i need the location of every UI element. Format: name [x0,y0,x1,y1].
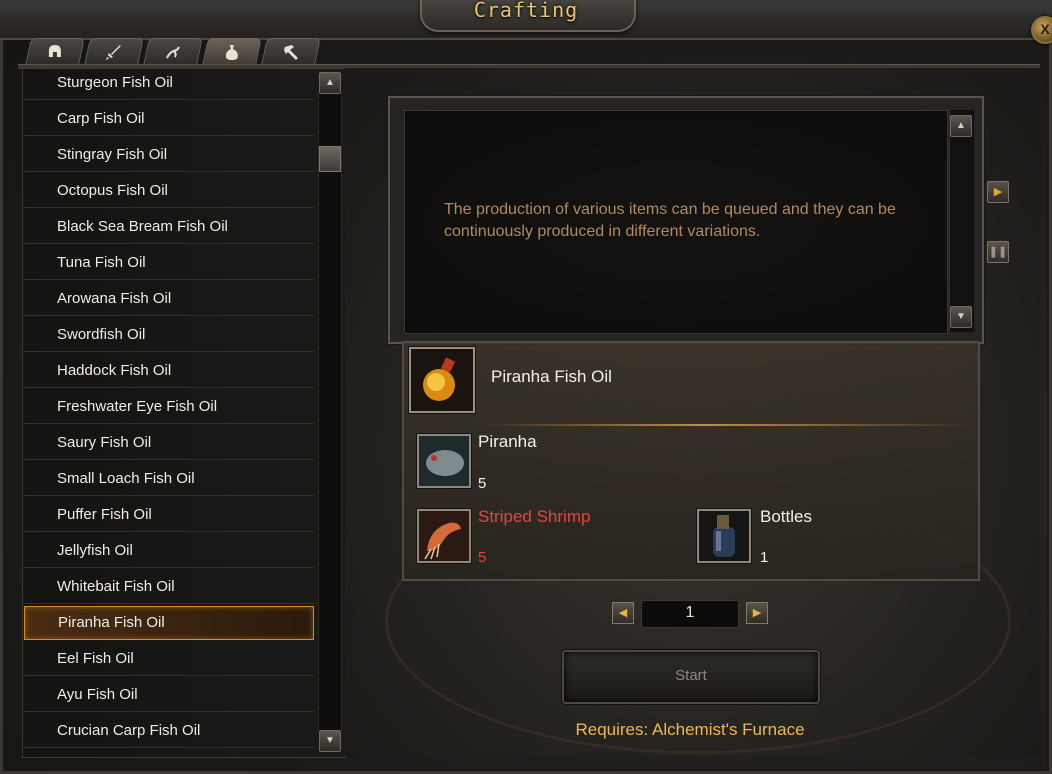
scroll-up-button[interactable]: ▲ [319,72,341,94]
ingredient-count: 1 [760,549,769,566]
tab-armor[interactable] [25,38,85,65]
scroll-thumb[interactable] [319,146,341,172]
ingredient-slot-striped-shrimp[interactable] [417,509,471,563]
recipe-panel [402,341,980,581]
description-scrollbar[interactable] [949,110,974,332]
recipe-list-item[interactable]: Carp Fish Oil [24,102,314,136]
potion-bag-icon [225,45,238,60]
recipe-list-item[interactable]: Ayu Fish Oil [24,678,314,712]
recipe-list-scrollbar[interactable] [318,92,342,730]
recipe-list-item[interactable]: Octopus Fish Oil [24,174,314,208]
recipe-list-item[interactable]: Stingray Fish Oil [24,138,314,172]
recipe-list-item[interactable]: Piranha Fish Oil [24,606,314,640]
recipe-list-item[interactable]: Saury Fish Oil [24,426,314,460]
recipe-list-item[interactable]: Tuna Fish Oil [24,246,314,280]
tab-weapons[interactable] [84,38,144,65]
piranha-icon [419,436,469,486]
recipe-list-item[interactable]: Jellyfish Oil [24,534,314,568]
helmet-icon [48,45,61,57]
requirement-text: Requires: Alchemist's Furnace [575,720,805,739]
category-tabs [25,38,321,66]
window-title: Crafting [473,0,579,22]
ingredient-slot-piranha[interactable] [417,434,471,488]
title-bar[interactable]: Crafting [0,0,1052,40]
ingredient-count: 5 [478,549,487,566]
play-queue-button[interactable]: ▶ [987,181,1009,203]
tab-alchemy[interactable] [202,38,262,65]
recipe-list-item[interactable]: Haddock Fish Oil [24,354,314,388]
recipe-list-item[interactable]: Puffer Fish Oil [24,498,314,532]
description-scroll-up-button[interactable]: ▲ [950,115,972,137]
close-button[interactable]: X [1031,16,1052,44]
product-name: Piranha Fish Oil [491,367,612,386]
description-text: The production of various items can be q… [444,201,896,240]
tab-tools[interactable] [261,38,321,65]
recipe-list-item[interactable]: Black Sea Bream Fish Oil [24,210,314,244]
recipe-list-item[interactable]: Small Loach Fish Oil [24,462,314,496]
ingredient-count: 5 [478,475,487,492]
pause-queue-button[interactable]: ❚❚ [987,241,1009,263]
quantity-input[interactable]: 1 [641,600,739,628]
recipe-list-item[interactable]: Arowana Fish Oil [24,282,314,316]
recipe-list-item[interactable]: Whitebait Fish Oil [24,570,314,604]
rope-icon [165,46,180,59]
shrimp-icon [419,511,469,561]
product-divider [484,424,972,426]
quantity-increase-button[interactable]: ▶ [746,602,768,624]
product-slot[interactable] [409,347,475,413]
ingredient-name: Striped Shrimp [478,507,591,526]
bottle-icon [699,511,749,561]
ingredient-slot-bottles[interactable] [697,509,751,563]
ingredient-name: Piranha [478,432,537,451]
recipe-list-item[interactable]: Eel Fish Oil [24,642,314,676]
scroll-down-button[interactable]: ▼ [319,730,341,752]
recipe-list-item[interactable]: Swordfish Oil [24,318,314,352]
ingredient-name: Bottles [760,507,812,526]
tab-accessories[interactable] [143,38,203,65]
start-button[interactable]: Start [562,650,820,704]
fish-oil-potion-icon [411,349,473,411]
quantity-decrease-button[interactable]: ◀ [612,602,634,624]
sword-icon [105,45,121,60]
hammer-icon [283,45,298,60]
recipe-list-item[interactable]: Sturgeon Fish Oil [24,66,314,100]
description-scroll-down-button[interactable]: ▼ [950,306,972,328]
recipe-list-item[interactable]: Crucian Carp Fish Oil [24,714,314,748]
recipe-list-item[interactable]: Freshwater Eye Fish Oil [24,390,314,424]
